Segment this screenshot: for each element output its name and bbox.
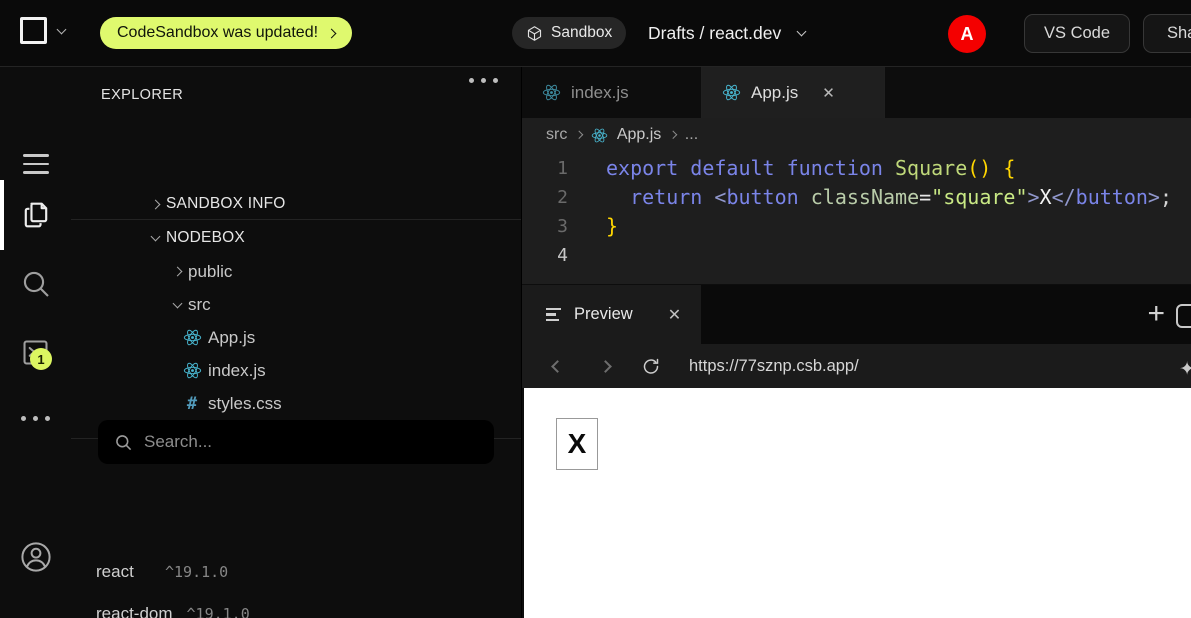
editor-breadcrumb[interactable]: src App.js ... bbox=[546, 118, 698, 152]
ellipsis-icon bbox=[21, 416, 50, 421]
vscode-button[interactable]: VS Code bbox=[1024, 14, 1130, 53]
hamburger-icon bbox=[23, 154, 49, 174]
close-icon[interactable]: ✕ bbox=[822, 84, 835, 102]
preview-url-bar: https://77sznp.csb.app/ ✦ bbox=[522, 344, 1191, 388]
avatar[interactable]: A bbox=[948, 15, 986, 53]
css-icon: # bbox=[187, 394, 197, 414]
files-icon bbox=[19, 198, 53, 232]
sandbox-badge-label: Sandbox bbox=[551, 24, 612, 42]
tab-preview[interactable]: Preview ✕ bbox=[522, 285, 701, 344]
ellipsis-icon bbox=[469, 78, 498, 83]
chevron-right-icon bbox=[669, 131, 677, 139]
file-app-js[interactable]: App.js bbox=[71, 321, 521, 354]
layout-icon[interactable] bbox=[1176, 304, 1191, 328]
activity-bar: 1 ⚙ bbox=[0, 67, 71, 618]
avatar-letter: A bbox=[961, 24, 974, 45]
share-button[interactable]: Share bbox=[1143, 14, 1191, 53]
chevron-down-icon bbox=[151, 232, 161, 242]
react-icon bbox=[183, 328, 202, 347]
search-icon bbox=[114, 433, 133, 452]
menu-button[interactable] bbox=[0, 147, 71, 181]
codesandbox-window: CodeSandbox was updated! Sandbox Drafts … bbox=[0, 0, 1191, 618]
code-editor[interactable]: 1export default function Square() {2 ret… bbox=[522, 154, 1191, 270]
chevron-right-icon bbox=[151, 199, 161, 209]
preview-content: X bbox=[524, 388, 1191, 618]
codesandbox-logo-icon bbox=[20, 17, 47, 44]
editor-pane: index.js App.js ✕ src bbox=[521, 67, 1191, 284]
breadcrumb-tail: ... bbox=[685, 126, 698, 144]
url-field[interactable]: https://77sznp.csb.app/ bbox=[689, 357, 859, 376]
topbar: CodeSandbox was updated! Sandbox Drafts … bbox=[0, 0, 1191, 67]
terminal-count-badge: 1 bbox=[30, 348, 52, 370]
forward-button[interactable] bbox=[595, 362, 615, 371]
editor-tab-bar: index.js App.js ✕ bbox=[522, 67, 1191, 118]
sparkle-icon[interactable]: ✦ bbox=[1179, 358, 1191, 381]
cube-icon bbox=[526, 25, 543, 42]
terminal-view-button[interactable]: 1 bbox=[0, 327, 71, 377]
folder-public[interactable]: public bbox=[71, 255, 521, 288]
react-icon bbox=[542, 83, 561, 102]
package-row-react-dom[interactable]: react-dom ^19.1.0 bbox=[96, 599, 496, 618]
update-notification-button[interactable]: CodeSandbox was updated! bbox=[100, 17, 352, 49]
explorer-menu-button[interactable] bbox=[469, 78, 498, 83]
sandbox-type-badge[interactable]: Sandbox bbox=[512, 17, 626, 49]
section-nodebox[interactable]: NODEBOX bbox=[71, 222, 521, 254]
refresh-icon bbox=[641, 355, 661, 378]
dependency-search-input[interactable] bbox=[144, 432, 478, 452]
file-styles-css[interactable]: # styles.css bbox=[71, 387, 521, 420]
refresh-button[interactable] bbox=[641, 355, 661, 378]
chevron-down-icon bbox=[57, 24, 67, 34]
breadcrumb-file: App.js bbox=[617, 126, 661, 144]
code-line[interactable]: 1export default function Square() { bbox=[522, 154, 1191, 183]
preview-pane: Preview ✕ + https://77sznp.csb.app/ ✦ X bbox=[521, 284, 1191, 618]
preview-lines-icon bbox=[546, 308, 561, 322]
line-number: 1 bbox=[522, 154, 580, 183]
workspace-breadcrumb[interactable]: Drafts / react.dev bbox=[648, 16, 805, 50]
chevron-right-icon bbox=[173, 267, 183, 277]
more-views-button[interactable] bbox=[0, 403, 71, 433]
explorer-title: EXPLORER bbox=[101, 87, 183, 103]
close-icon[interactable]: ✕ bbox=[668, 305, 681, 325]
add-preview-button[interactable]: + bbox=[1147, 299, 1165, 329]
search-view-button[interactable] bbox=[0, 259, 71, 309]
back-button[interactable] bbox=[547, 362, 567, 371]
account-button[interactable] bbox=[0, 529, 71, 585]
search-icon bbox=[20, 268, 52, 300]
react-icon bbox=[722, 83, 741, 102]
explorer-header: EXPLORER bbox=[71, 80, 521, 110]
react-icon bbox=[591, 127, 608, 144]
preview-tab-bar: Preview ✕ + bbox=[522, 285, 1191, 344]
explorer-panel: EXPLORER SANDBOX INFO NODEBOX public src bbox=[71, 67, 521, 618]
tab-label: index.js bbox=[571, 83, 629, 103]
code-line[interactable]: 2 return <button className="square">X</b… bbox=[522, 183, 1191, 212]
code-line[interactable]: 4 bbox=[522, 241, 1191, 270]
workspace-breadcrumb-label: Drafts / react.dev bbox=[648, 23, 781, 44]
package-row-react[interactable]: react ^19.1.0 bbox=[96, 557, 496, 587]
chevron-down-icon bbox=[797, 27, 807, 37]
file-index-js[interactable]: index.js bbox=[71, 354, 521, 387]
dependency-search bbox=[98, 420, 494, 464]
folder-src[interactable]: src bbox=[71, 288, 521, 321]
line-number: 4 bbox=[522, 241, 580, 270]
chevron-right-icon bbox=[327, 28, 337, 38]
tab-index-js[interactable]: index.js bbox=[522, 67, 702, 118]
tab-app-js[interactable]: App.js ✕ bbox=[702, 67, 885, 118]
breadcrumb-folder: src bbox=[546, 126, 567, 144]
line-number: 2 bbox=[522, 183, 580, 212]
preview-tab-label: Preview bbox=[574, 305, 633, 324]
chevron-down-icon bbox=[173, 298, 183, 308]
code-line[interactable]: 3} bbox=[522, 212, 1191, 241]
section-sandbox-info[interactable]: SANDBOX INFO bbox=[71, 189, 521, 219]
react-icon bbox=[183, 361, 202, 380]
explorer-view-button[interactable] bbox=[0, 180, 71, 250]
square-button[interactable]: X bbox=[556, 418, 598, 470]
chevron-right-icon bbox=[575, 131, 583, 139]
account-icon bbox=[19, 540, 53, 574]
divider bbox=[71, 219, 521, 220]
tab-label: App.js bbox=[751, 83, 798, 103]
line-number: 3 bbox=[522, 212, 580, 241]
codesandbox-logo-menu[interactable] bbox=[20, 17, 65, 44]
update-notification-label: CodeSandbox was updated! bbox=[117, 24, 318, 42]
